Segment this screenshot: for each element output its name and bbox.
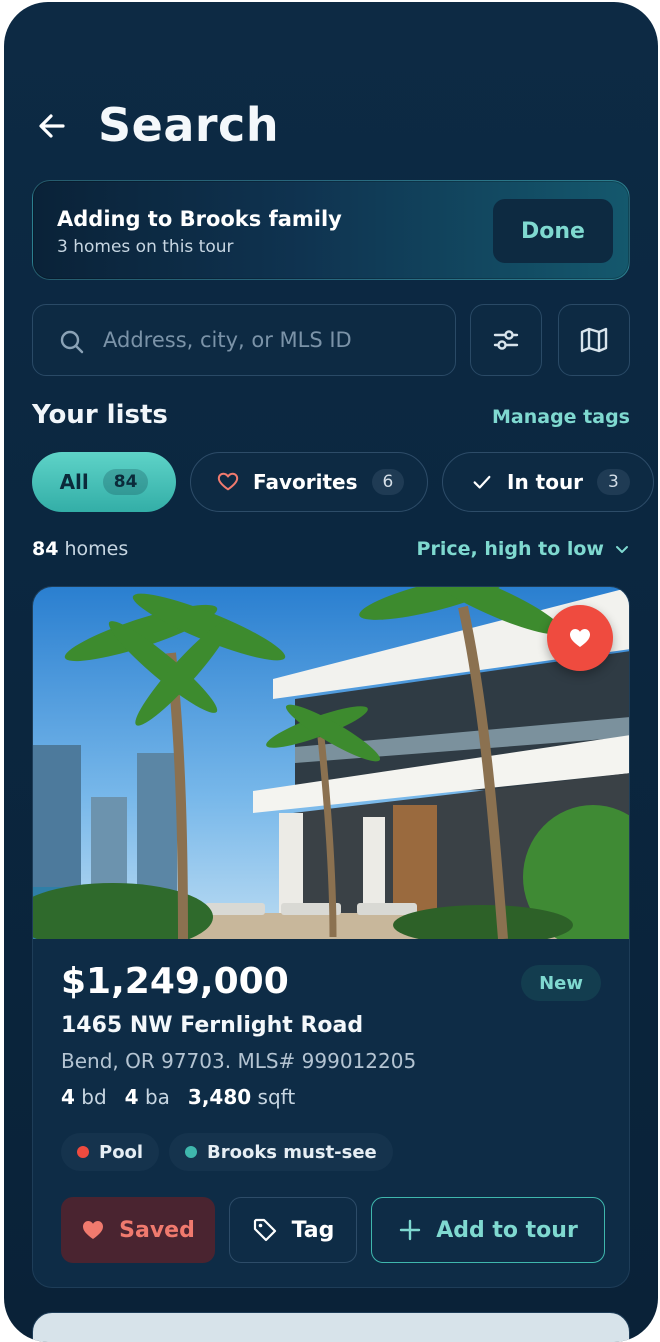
manage-tags-link[interactable]: Manage tags (492, 406, 630, 428)
heart-outline-icon (217, 472, 239, 491)
chip-count: 6 (371, 469, 405, 495)
next-listing-card-peek[interactable] (32, 1312, 630, 1342)
search-input[interactable] (103, 305, 443, 375)
chip-count: 3 (597, 469, 630, 495)
tag-icon (253, 1218, 276, 1242)
heart-icon (570, 629, 590, 647)
tag-button-label: Tag (291, 1217, 335, 1243)
listing-specs: 4 bd 4 ba 3,480 sqft (61, 1085, 295, 1109)
baths: 4 ba (124, 1085, 170, 1109)
sliders-icon (493, 330, 519, 350)
tour-subtitle: 3 homes on this tour (57, 237, 234, 257)
saved-button[interactable]: Saved (61, 1197, 215, 1263)
result-count-number: 84 (32, 538, 59, 560)
tag-pool[interactable]: Pool (61, 1133, 160, 1171)
sort-label: Price, high to low (416, 538, 604, 560)
chip-label: In tour (507, 470, 584, 494)
new-badge: New (521, 965, 601, 1001)
tag-dot (185, 1146, 197, 1158)
filter-button[interactable] (470, 304, 542, 376)
chevron-down-icon (616, 546, 628, 553)
tag-button[interactable]: Tag (229, 1197, 357, 1263)
tag-label: Brooks must-see (207, 1141, 377, 1163)
back-button[interactable] (32, 106, 72, 146)
sqft: 3,480 sqft (187, 1085, 296, 1109)
listing-photo (33, 587, 629, 939)
sort-select[interactable]: Price, high to low (417, 538, 630, 560)
chip-label: All (59, 470, 89, 494)
arrow-left-icon (39, 114, 65, 138)
done-button[interactable]: Done (493, 199, 613, 263)
listing-city-mls: Bend, OR 97703. MLS# 999012205 (61, 1049, 417, 1073)
chip-favorites[interactable]: Favorites 6 (190, 452, 428, 512)
page-title: Search (98, 98, 280, 152)
chip-all[interactable]: All 84 (32, 452, 176, 512)
app-screen: Search Adding to Brooks family 3 homes o… (4, 2, 658, 1342)
beds: 4 bd (61, 1085, 107, 1109)
favorite-button[interactable] (547, 605, 613, 671)
chip-label: Favorites (253, 470, 358, 494)
tour-title: Adding to Brooks family (57, 207, 342, 231)
result-count-label: homes (64, 538, 129, 560)
lists-title: Your lists (32, 400, 168, 430)
header: Search (4, 94, 658, 158)
search-field[interactable] (32, 304, 456, 376)
tag-label: Pool (99, 1141, 144, 1163)
result-count: 84 homes (32, 538, 128, 560)
listing-address: 1465 NW Fernlight Road (61, 1013, 364, 1038)
map-button[interactable] (558, 304, 630, 376)
chip-in-tour[interactable]: In tour 3 (442, 452, 654, 512)
plus-icon (399, 1219, 421, 1241)
tag-dot (77, 1146, 89, 1158)
chip-count: 84 (102, 469, 149, 495)
add-to-tour-label: Add to tour (436, 1217, 578, 1243)
listing-card[interactable]: $1,249,000 New 1465 NW Fernlight Road Be… (32, 586, 630, 1288)
heart-icon (83, 1221, 104, 1239)
search-icon (60, 330, 84, 354)
tag-brooks-must-see[interactable]: Brooks must-see (169, 1133, 393, 1171)
saved-label: Saved (119, 1217, 195, 1243)
check-icon (473, 475, 491, 489)
listing-price: $1,249,000 (61, 961, 289, 1002)
tour-banner: Adding to Brooks family 3 homes on this … (32, 180, 630, 280)
add-to-tour-button[interactable]: Add to tour (371, 1197, 605, 1263)
map-icon (580, 327, 608, 353)
